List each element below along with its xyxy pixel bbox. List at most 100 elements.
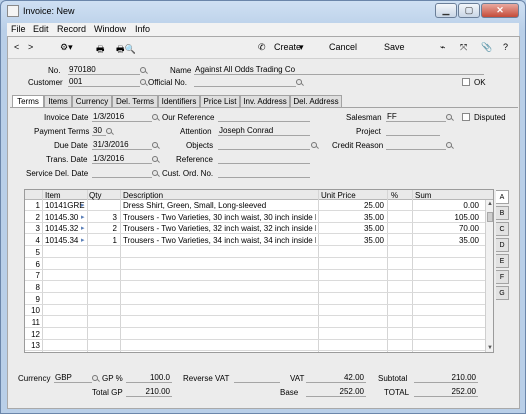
disputed-checkbox[interactable]: [462, 113, 470, 121]
help-icon[interactable]: ?: [503, 42, 508, 52]
credit-reason-field[interactable]: [386, 140, 446, 150]
invoice-date-picker-icon[interactable]: [152, 114, 158, 120]
tab-del-terms[interactable]: Del. Terms: [112, 95, 158, 107]
service-del-date-field[interactable]: [92, 168, 152, 178]
objects-field[interactable]: [218, 140, 310, 150]
grid-scrollbar[interactable]: ▲ ▼: [485, 200, 493, 352]
trans-date-field[interactable]: 1/3/2016: [92, 154, 152, 164]
item-link-arrow-icon[interactable]: ▸: [81, 213, 85, 221]
table-row[interactable]: 7: [25, 270, 493, 282]
tab-identifiers[interactable]: Identifiers: [158, 95, 200, 107]
table-row[interactable]: 2 10145.30 3 Trousers - Two Varieties, 30 i…: [25, 212, 493, 223]
attention-field[interactable]: Joseph Conrad: [218, 126, 310, 136]
table-row[interactable]: 10: [25, 305, 493, 317]
item-link-arrow-icon[interactable]: ▸: [81, 201, 85, 209]
close-button[interactable]: ✕: [481, 3, 519, 18]
phone-icon[interactable]: ✆: [258, 42, 266, 53]
credit-reason-lookup-icon[interactable]: [446, 142, 452, 148]
tab-items[interactable]: Items: [44, 95, 72, 107]
official-no-field[interactable]: [194, 77, 296, 87]
scroll-thumb[interactable]: [487, 212, 493, 222]
item-link-arrow-icon[interactable]: ▸: [81, 236, 85, 244]
customer-lookup-icon[interactable]: [140, 79, 146, 85]
currency-field[interactable]: GBP: [54, 373, 92, 383]
reference-field[interactable]: [218, 154, 310, 164]
name-field[interactable]: Against All Odds Trading Co: [194, 65, 484, 75]
item-cell[interactable]: 10141GRE: [45, 201, 85, 210]
unit-price-cell[interactable]: 35.00: [321, 224, 384, 233]
gear-icon[interactable]: ⚙▾: [60, 42, 73, 53]
chevron-down-icon[interactable]: ▾: [299, 42, 304, 53]
due-date-picker-icon[interactable]: [152, 142, 158, 148]
side-tab-b[interactable]: B: [496, 206, 509, 220]
unit-price-cell[interactable]: 25.00: [321, 201, 384, 210]
menu-edit[interactable]: Edit: [33, 24, 49, 34]
currency-lookup-icon[interactable]: [92, 375, 98, 381]
table-row[interactable]: 12: [25, 329, 493, 340]
item-cell[interactable]: 10145.32: [45, 224, 85, 233]
description-cell[interactable]: Dress Shirt, Green, Small, Long-sleeved: [123, 201, 316, 210]
menu-file[interactable]: File: [11, 24, 26, 34]
attachment-icon[interactable]: 📎: [481, 42, 492, 53]
cust-ord-no-field[interactable]: [218, 168, 310, 178]
expand-icon[interactable]: ⤧: [460, 42, 467, 53]
project-field[interactable]: [386, 126, 440, 136]
description-cell[interactable]: Trousers - Two Varieties, 32 inch waist,…: [123, 224, 316, 233]
trans-date-picker-icon[interactable]: [152, 156, 158, 162]
menu-record[interactable]: Record: [57, 24, 86, 34]
menu-window[interactable]: Window: [94, 24, 126, 34]
tab-currency[interactable]: Currency: [72, 95, 112, 107]
objects-lookup-icon[interactable]: [311, 142, 317, 148]
service-del-date-picker-icon[interactable]: [152, 170, 158, 176]
maximize-button[interactable]: ▢: [458, 3, 480, 18]
sum-cell[interactable]: 0.00: [415, 201, 479, 210]
table-row[interactable]: 13: [25, 340, 493, 352]
tab-inv-address[interactable]: Inv. Address: [240, 95, 290, 107]
table-row[interactable]: 9: [25, 294, 493, 305]
side-tab-e[interactable]: E: [496, 254, 509, 268]
minimize-button[interactable]: ▁: [435, 3, 457, 18]
item-link-arrow-icon[interactable]: ▸: [81, 224, 85, 232]
tab-price-list[interactable]: Price List: [200, 95, 240, 107]
no-lookup-icon[interactable]: [140, 67, 146, 73]
scroll-up-icon[interactable]: ▲: [487, 201, 493, 207]
salesman-lookup-icon[interactable]: [446, 114, 452, 120]
cancel-button[interactable]: Cancel: [329, 42, 357, 52]
due-date-field[interactable]: 31/3/2016: [92, 140, 152, 150]
table-row[interactable]: 3 10145.32 2 Trousers - Two Varieties, 32 i…: [25, 223, 493, 235]
payment-terms-field[interactable]: 30: [92, 126, 106, 136]
activity-icon[interactable]: ⌁: [440, 42, 445, 53]
qty-cell[interactable]: 1: [89, 236, 117, 245]
print-icon[interactable]: 🖶: [96, 42, 105, 58]
table-row[interactable]: 1 10141GRE Dress Shirt, Green, Small, Long…: [25, 200, 493, 211]
sum-cell[interactable]: 70.00: [415, 224, 479, 233]
table-row[interactable]: 5: [25, 247, 493, 258]
qty-cell[interactable]: 3: [89, 213, 117, 222]
item-cell[interactable]: 10145.30: [45, 213, 85, 222]
table-row[interactable]: 11: [25, 317, 493, 328]
table-row[interactable]: 8: [25, 282, 493, 293]
side-tab-g[interactable]: G: [496, 286, 509, 300]
scroll-down-icon[interactable]: ▼: [487, 345, 493, 351]
table-row[interactable]: 6: [25, 259, 493, 270]
our-reference-field[interactable]: [218, 112, 310, 122]
unit-price-cell[interactable]: 35.00: [321, 236, 384, 245]
title-bar[interactable]: Invoice: New ▁ ▢ ✕: [1, 1, 525, 21]
side-tab-d[interactable]: D: [496, 238, 509, 252]
customer-field[interactable]: 001: [68, 77, 140, 87]
print-preview-icon[interactable]: 🖶🔍: [116, 42, 136, 58]
invoice-date-field[interactable]: 1/3/2016: [92, 112, 152, 122]
salesman-field[interactable]: FF: [386, 112, 446, 122]
ok-checkbox[interactable]: [462, 78, 470, 86]
unit-price-cell[interactable]: 35.00: [321, 213, 384, 222]
create-button[interactable]: Create: [274, 42, 301, 52]
no-field[interactable]: 970180: [68, 65, 140, 75]
side-tab-a[interactable]: A: [496, 190, 509, 204]
table-row[interactable]: 4 10145.34 1 Trousers - Two Varieties, 34 i…: [25, 235, 493, 247]
official-no-lookup-icon[interactable]: [296, 79, 302, 85]
qty-cell[interactable]: 2: [89, 224, 117, 233]
menu-info[interactable]: Info: [135, 24, 150, 34]
sum-cell[interactable]: 105.00: [415, 213, 479, 222]
save-button[interactable]: Save: [384, 42, 405, 52]
description-cell[interactable]: Trousers - Two Varieties, 30 inch waist,…: [123, 213, 316, 222]
